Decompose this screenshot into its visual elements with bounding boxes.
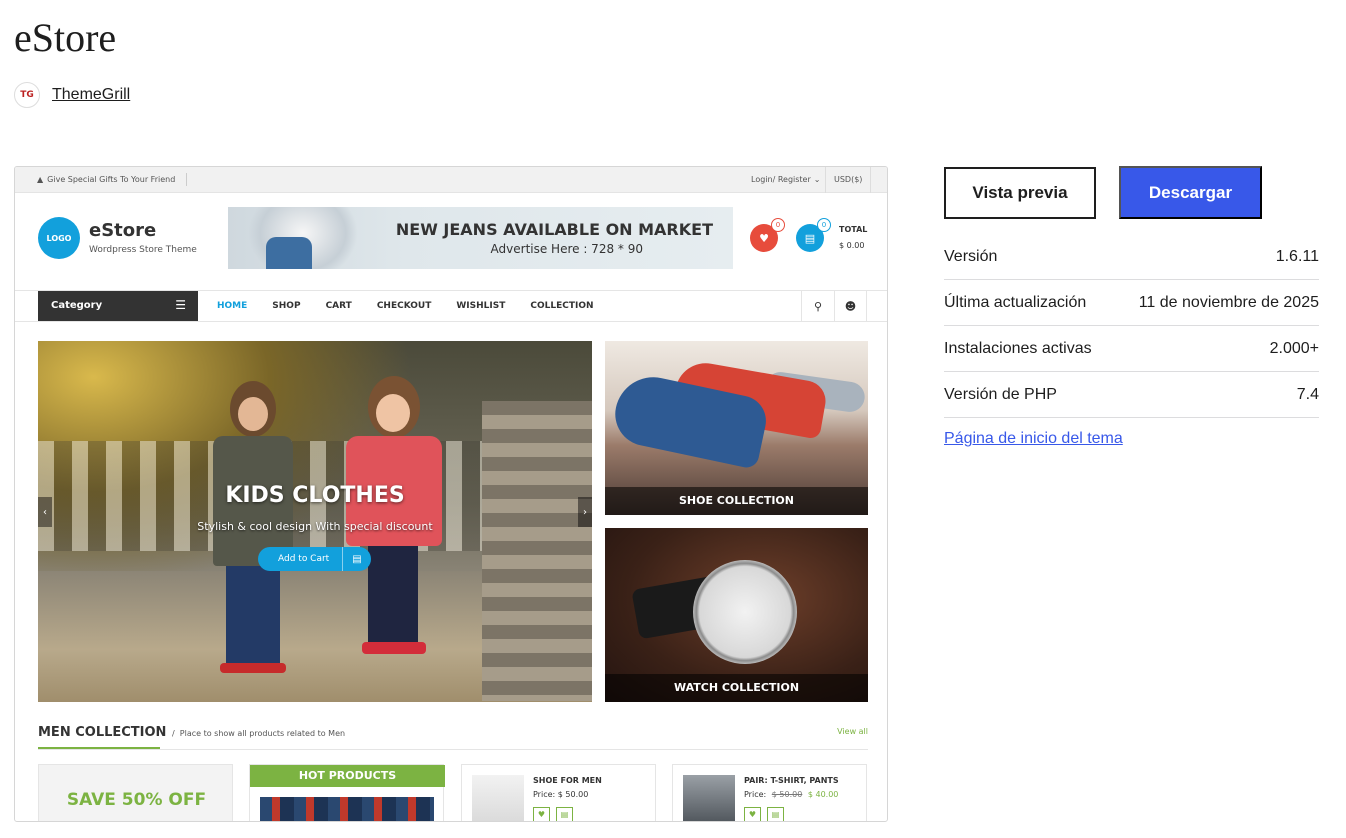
meta-label: Versión de PHP	[944, 385, 1057, 403]
chevron-right-icon: ›	[578, 497, 592, 527]
gift-message: ▲ Give Special Gifts To Your Friend	[37, 175, 175, 184]
section-title: MEN COLLECTION	[38, 725, 167, 740]
page-title: eStore	[14, 15, 117, 60]
cart-icon: ▤	[556, 807, 573, 821]
shoe-collection-tile: SHOE COLLECTION	[605, 341, 868, 515]
price-label: Price:	[533, 790, 556, 799]
promo-text: SAVE 50% OFF	[66, 790, 207, 810]
meta-value: 2.000+	[1269, 339, 1319, 357]
theme-screenshot: ▲ Give Special Gifts To Your Friend Logi…	[14, 166, 888, 822]
topbar-divider	[186, 173, 187, 186]
section-divider	[38, 749, 868, 750]
product-card: PAIR: T-SHIRT, PANTS Price: $ 50.00 $ 40…	[672, 764, 867, 821]
preview-nav: Category ☰ HOME SHOP CART CHECKOUT WISHL…	[15, 290, 887, 322]
price-label: Price:	[744, 790, 767, 799]
banner-title: NEW JEANS AVAILABLE ON MARKET	[395, 220, 713, 239]
login-register: Login/ Register ⌄	[751, 175, 820, 184]
advert-banner: NEW JEANS AVAILABLE ON MARKET Advertise …	[228, 207, 733, 269]
watch-collection-label: WATCH COLLECTION	[605, 674, 868, 702]
theme-meta: Versión 1.6.11 Última actualización 11 d…	[944, 234, 1319, 418]
preview-topbar: ▲ Give Special Gifts To Your Friend Logi…	[15, 167, 887, 193]
category-label: Category	[51, 300, 103, 311]
hero-subtitle: Stylish & cool design With special disco…	[197, 520, 433, 533]
promo-card: SAVE 50% OFF	[38, 764, 233, 821]
meta-label: Versión	[944, 247, 998, 265]
hero-pillars	[482, 401, 592, 701]
chevron-left-icon: ‹	[38, 497, 52, 527]
preview-tagline: Wordpress Store Theme	[89, 245, 197, 255]
nav-item-home: HOME	[217, 301, 248, 311]
product-price: Price: $ 50.00	[533, 790, 588, 799]
view-all-link: View all	[837, 727, 868, 736]
hot-products-image	[260, 797, 434, 821]
cart-total-value: $ 0.00	[839, 241, 865, 250]
author: TG ThemeGrill	[14, 82, 130, 108]
hot-products-title: HOT PRODUCTS	[250, 765, 445, 787]
price-value: $ 40.00	[807, 790, 839, 799]
category-menu: Category ☰	[38, 291, 198, 321]
user-icon: ☻	[834, 291, 867, 321]
hero-slider: KIDS CLOTHES Stylish & cool design With …	[38, 341, 592, 702]
author-avatar: TG	[14, 82, 40, 108]
section-underline	[38, 747, 160, 749]
product-image	[683, 775, 735, 821]
cart-icon: ▤	[342, 547, 371, 571]
nav-item-cart: CART	[325, 301, 352, 311]
meta-value: 7.4	[1296, 385, 1319, 403]
price-value: $ 50.00	[557, 790, 589, 799]
meta-row-php-version: Versión de PHP 7.4	[944, 372, 1319, 418]
hero-button-label: Add to Cart	[278, 554, 330, 564]
meta-row-active-installs: Instalaciones activas 2.000+	[944, 326, 1319, 372]
cart-icon: ▤	[767, 807, 784, 821]
preview-site-name: eStore	[89, 220, 157, 241]
meta-value: 1.6.11	[1275, 247, 1319, 265]
nav-menu: HOME SHOP CART CHECKOUT WISHLIST COLLECT…	[217, 291, 619, 321]
wishlist-count-badge: 0	[771, 218, 785, 232]
product-price: Price: $ 50.00 $ 40.00	[744, 790, 838, 799]
meta-value: 11 de noviembre de 2025	[1138, 293, 1319, 311]
login-text: Login/ Register	[751, 175, 811, 184]
banner-subtitle: Advertise Here : 728 * 90	[490, 242, 643, 256]
chevron-down-icon: ⌄	[813, 175, 821, 184]
preview-logo: LOGO	[38, 217, 80, 259]
meta-row-last-updated: Última actualización 11 de noviembre de …	[944, 280, 1319, 326]
download-button[interactable]: Descargar	[1119, 166, 1262, 219]
product-name: SHOE FOR MEN	[533, 776, 602, 785]
currency-select: USD($)	[825, 167, 872, 193]
nav-item-checkout: CHECKOUT	[376, 301, 432, 311]
nav-item-wishlist: WISHLIST	[456, 301, 506, 311]
watch-face-image	[693, 560, 797, 664]
cart-count-badge: 0	[817, 218, 831, 232]
heart-icon: ♥	[744, 807, 761, 821]
section-description-text: Place to show all products related to Me…	[179, 729, 346, 738]
preview-button[interactable]: Vista previa	[944, 167, 1096, 219]
banner-jeans-image	[266, 237, 312, 269]
author-link[interactable]: ThemeGrill	[52, 86, 130, 104]
nav-item-collection: COLLECTION	[530, 301, 594, 311]
nav-item-shop: SHOP	[272, 301, 301, 311]
meta-label: Instalaciones activas	[944, 339, 1092, 357]
old-price: $ 50.00	[771, 790, 803, 799]
cart-total-label: TOTAL	[839, 225, 868, 234]
gift-icon: ▲	[37, 175, 44, 184]
product-name: PAIR: T-SHIRT, PANTS	[744, 776, 839, 785]
watch-collection-tile: WATCH COLLECTION	[605, 528, 868, 702]
heart-icon: ♥	[533, 807, 550, 821]
hamburger-icon: ☰	[175, 298, 186, 312]
hero-add-to-cart: Add to Cart ▤	[258, 547, 371, 571]
hero-title: KIDS CLOTHES	[225, 483, 405, 508]
meta-row-version: Versión 1.6.11	[944, 234, 1319, 280]
hot-products-card: HOT PRODUCTS	[249, 764, 445, 821]
shoe-collection-label: SHOE COLLECTION	[605, 487, 868, 515]
section-description: / Place to show all products related to …	[172, 729, 346, 738]
meta-label: Última actualización	[944, 293, 1087, 311]
product-card: SHOE FOR MEN Price: $ 50.00 ♥ ▤	[461, 764, 656, 821]
search-icon: ⚲	[801, 291, 834, 321]
product-image	[472, 775, 524, 821]
gift-text: Give Special Gifts To Your Friend	[47, 175, 176, 184]
theme-homepage-link[interactable]: Página de inicio del tema	[944, 430, 1123, 448]
